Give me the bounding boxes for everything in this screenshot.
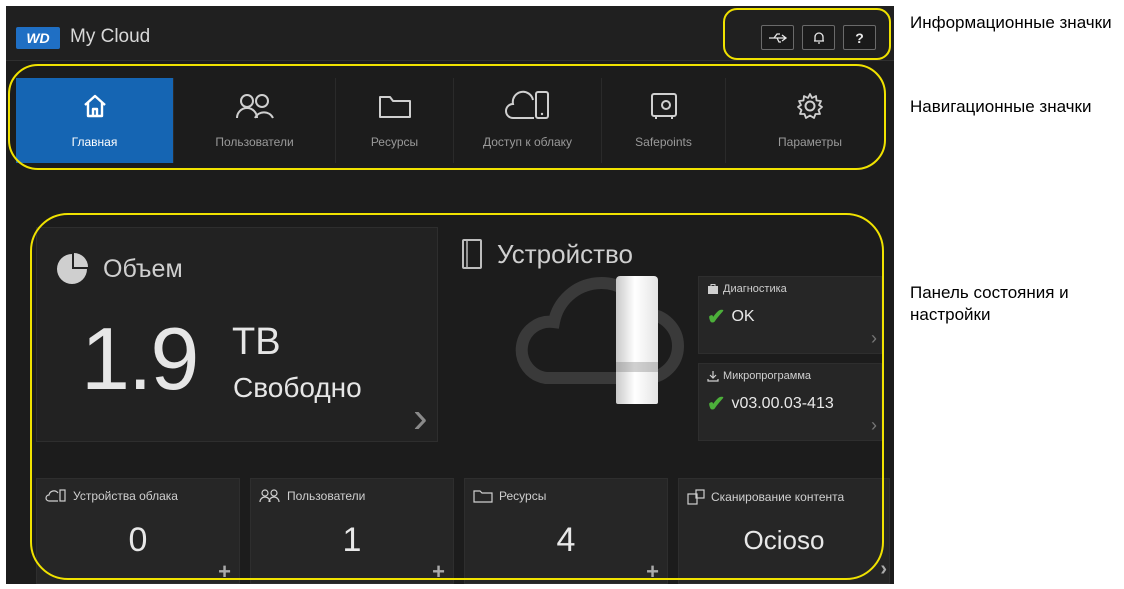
callout-info-icons (723, 8, 891, 60)
chevron-right-icon[interactable]: › (880, 558, 887, 581)
wd-logo: WD (16, 27, 60, 49)
annotation-info-icons: Информационные значки (910, 13, 1112, 32)
annotation-status-panel: Панель состояния и настройки (910, 283, 1069, 324)
callout-status-panel (30, 213, 884, 580)
callout-nav-icons (8, 64, 886, 170)
annotation-nav-icons: Навигационные значки (910, 97, 1092, 116)
app-title: My Cloud (70, 26, 151, 47)
